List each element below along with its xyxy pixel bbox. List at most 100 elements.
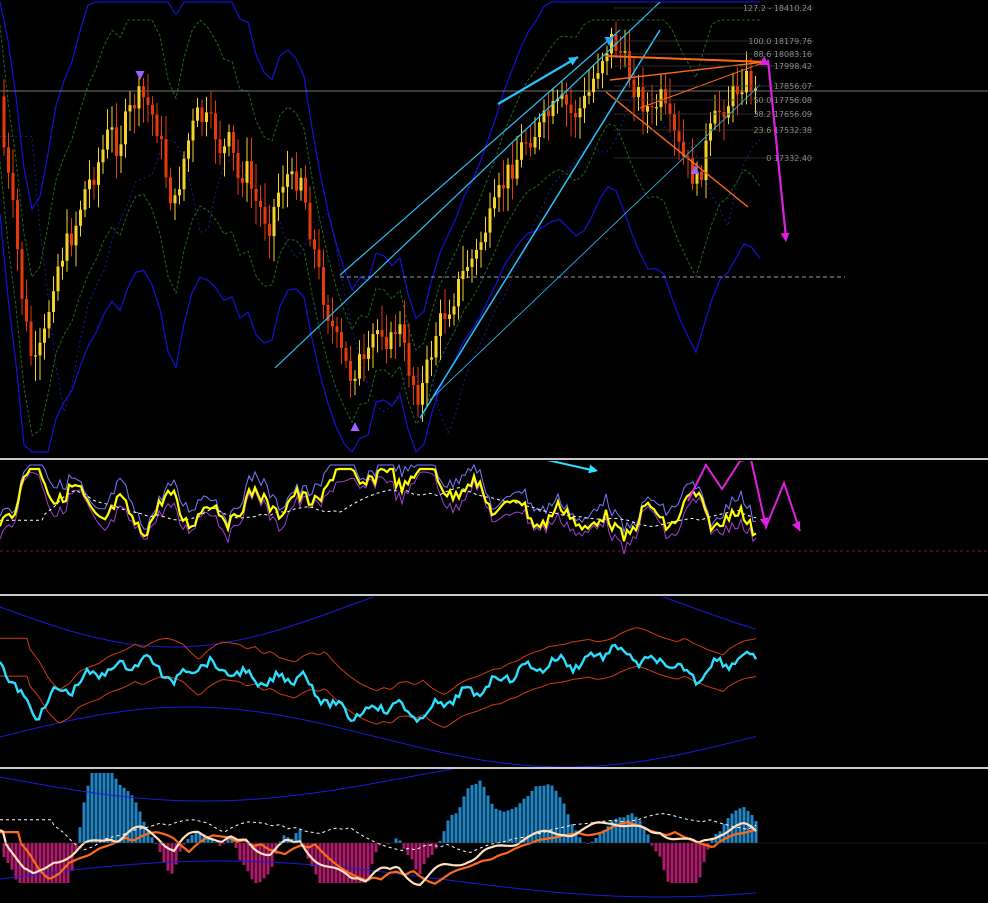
candle-body	[106, 129, 109, 150]
candle-body	[362, 354, 366, 359]
candle-body	[466, 266, 469, 271]
histogram-bar	[494, 808, 498, 843]
candle-body	[407, 342, 411, 376]
candle-body	[232, 132, 235, 153]
candle-body	[313, 239, 316, 250]
candle-body	[443, 313, 447, 319]
bollinger-upper-line	[0, 1, 760, 320]
candle-body	[619, 50, 622, 53]
candle-body	[412, 375, 415, 385]
candle-body	[317, 249, 321, 268]
histogram-bar	[542, 785, 546, 843]
histogram-bar	[478, 780, 482, 843]
candle-body	[430, 357, 433, 360]
candle-body	[731, 85, 735, 107]
candle-body	[389, 332, 393, 350]
histogram-bar	[438, 840, 442, 843]
candle-body	[97, 162, 100, 185]
histogram-bar	[490, 803, 494, 843]
candle-body	[331, 320, 334, 327]
candle-body	[178, 189, 181, 196]
candle-body	[74, 225, 78, 246]
oscillator-pane[interactable]	[0, 461, 988, 594]
candle-body	[11, 172, 15, 201]
candle-body	[497, 185, 501, 198]
envelope-upper-line	[0, 19, 760, 351]
candle-body	[241, 178, 244, 183]
histogram-bar	[618, 817, 622, 843]
histogram-bar	[462, 796, 466, 843]
histogram-bar	[370, 843, 374, 865]
histogram-bar	[562, 803, 566, 843]
candle-body	[250, 161, 253, 189]
histogram-bar	[106, 773, 110, 843]
histogram-bar	[190, 834, 194, 843]
candle-body	[587, 92, 591, 96]
histogram-bar	[698, 843, 702, 878]
price-pane[interactable]: 127.2 - 18410.24 100.0 18179.76 88.6 18083…	[0, 0, 988, 458]
divergence-arrow-line	[547, 461, 597, 472]
forecast-arrow-head	[791, 520, 800, 531]
histogram-bar	[234, 843, 238, 849]
candle-body	[205, 112, 208, 122]
candle-body	[749, 70, 753, 91]
macd-pane[interactable]	[0, 769, 988, 903]
histogram-bar	[414, 843, 418, 870]
candle-body	[722, 112, 726, 118]
candle-body	[632, 79, 636, 98]
histogram-bar	[170, 843, 174, 874]
candle-body	[79, 209, 82, 226]
candle-body	[628, 51, 631, 80]
divergence-arrow-head	[588, 464, 598, 474]
candle-body	[434, 336, 438, 358]
candle-body	[569, 104, 573, 113]
candle-body	[502, 185, 505, 189]
candle-body	[371, 334, 375, 348]
histogram-bar	[486, 795, 490, 843]
histogram-bar	[674, 843, 678, 883]
histogram-bar	[218, 843, 222, 847]
candle-body	[641, 87, 645, 112]
histogram-bar	[566, 814, 570, 843]
histogram-bar	[626, 814, 630, 843]
histogram-bar	[442, 831, 446, 843]
pane-separator[interactable]	[0, 458, 988, 460]
candle-body	[380, 330, 384, 337]
pane-separator[interactable]	[0, 594, 988, 596]
histogram-bar	[326, 843, 330, 883]
histogram-bar	[342, 843, 346, 883]
candle-body	[7, 147, 10, 173]
histogram-bar	[598, 834, 602, 843]
candle-body	[655, 107, 658, 109]
histogram-bar	[550, 785, 554, 843]
candle-body	[38, 342, 42, 356]
candle-body	[173, 195, 177, 204]
band-lower-line	[0, 706, 757, 767]
histogram-bar	[546, 784, 550, 843]
candle-body	[461, 270, 465, 280]
histogram-bar	[682, 843, 686, 883]
candle-body	[191, 120, 195, 141]
candle-body	[187, 140, 190, 159]
candle-body	[601, 61, 604, 74]
momentum-band-pane[interactable]	[0, 597, 988, 767]
candle-body	[416, 384, 420, 405]
histogram-bar	[630, 813, 634, 843]
histogram-bar	[594, 837, 598, 843]
candle-body	[457, 279, 460, 307]
candle-body	[335, 326, 339, 333]
candle-body	[506, 164, 510, 189]
candle-body	[151, 104, 154, 115]
candle-body	[268, 223, 271, 237]
histogram-bar	[518, 803, 522, 843]
histogram-bar	[134, 802, 138, 843]
histogram-bar	[90, 773, 94, 843]
candle-body	[20, 249, 24, 299]
candle-body	[425, 359, 429, 383]
candle-body	[353, 378, 357, 381]
fibonacci-label: 17856.07	[774, 82, 812, 91]
candle-body	[182, 158, 186, 190]
candle-body	[605, 53, 609, 62]
histogram-bar	[658, 843, 662, 857]
candle-body	[124, 111, 127, 145]
